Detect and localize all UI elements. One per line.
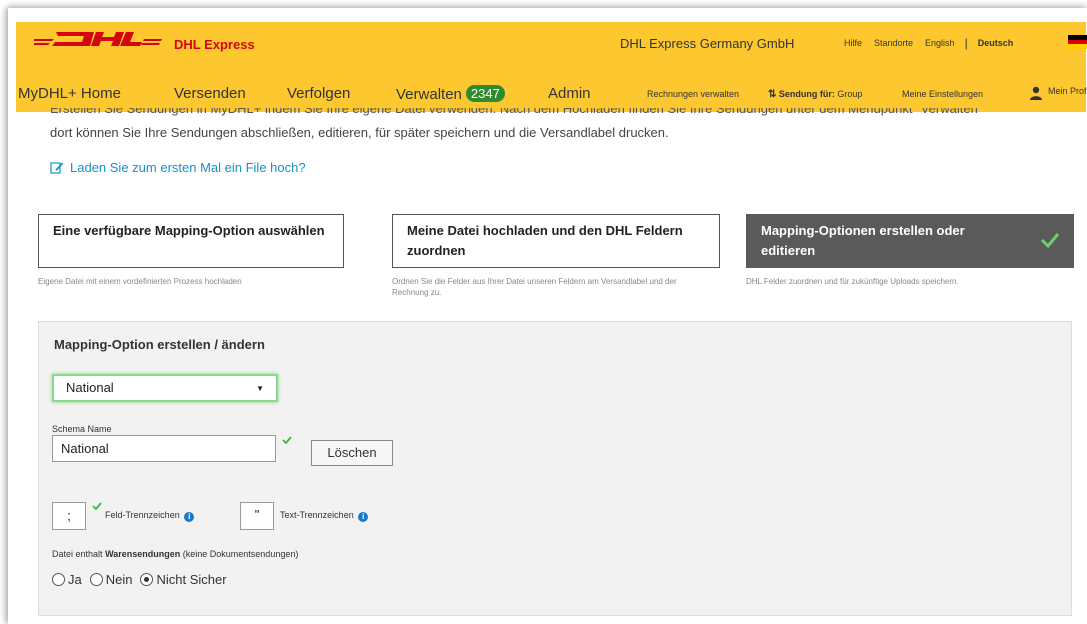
manage-count-badge: 2347 <box>465 85 505 102</box>
info-icon[interactable]: i <box>184 512 195 522</box>
radio-not-sure[interactable]: Nicht Sicher <box>140 572 227 587</box>
nav-manage[interactable]: Verwalten 2347 <box>396 85 505 103</box>
form-title: Mapping-Option erstellen / ändern <box>54 337 265 352</box>
top-links: Hilfe Standorte English | Deutsch <box>838 36 1020 50</box>
step-desc: Eigene Datei mit einem vordefinierten Pr… <box>38 277 242 286</box>
info-icon[interactable]: i <box>358 512 369 522</box>
radio-button[interactable] <box>89 573 103 586</box>
step-select-mapping[interactable]: Eine verfügbare Mapping-Option auswählen <box>38 214 344 268</box>
shipment-for-value: Group <box>837 89 863 99</box>
german-link[interactable]: Deutsch <box>972 38 1020 50</box>
step-create-mapping[interactable]: Mapping-Optionen erstellen oder editiere… <box>746 214 1074 268</box>
selected-option: National <box>66 380 114 395</box>
english-link[interactable]: English <box>919 38 961 50</box>
nav-invoices[interactable]: Rechnungen verwalten <box>647 89 739 99</box>
field-separator-input[interactable]: ; <box>52 502 86 530</box>
brand-name: DHL Express <box>174 37 255 52</box>
check-icon <box>1040 233 1060 248</box>
step-desc: DHL Felder zuordnen und für zukünftige U… <box>746 277 959 286</box>
schema-name-input[interactable]: National <box>52 435 276 462</box>
intro-text: dort können Sie Ihre Sendungen abschließ… <box>50 125 669 140</box>
german-flag-icon[interactable] <box>1068 35 1087 49</box>
nav-profile[interactable]: Mein Profil <box>1048 86 1087 96</box>
nav-shipment-for[interactable]: ⇅ Sendung für: Group <box>768 89 862 100</box>
dhl-logo[interactable] <box>34 29 162 49</box>
nav-home[interactable]: MyDHL+ Home <box>18 85 121 102</box>
goods-radio-group: Ja Nein Nicht Sicher <box>52 572 235 587</box>
first-upload-label: Laden Sie zum ersten Mal ein File hoch? <box>70 160 306 175</box>
nav-settings[interactable]: Meine Einstellungen <box>902 89 983 99</box>
radio-button-selected[interactable] <box>140 573 154 586</box>
shipment-for-label: Sendung für: <box>778 89 835 99</box>
check-icon <box>92 502 102 510</box>
radio-yes[interactable]: Ja <box>52 572 82 587</box>
top-header: DHL Express DHL Express Germany GmbH Hil… <box>16 22 1087 67</box>
check-icon <box>282 436 292 444</box>
sort-icon: ⇅ <box>768 89 777 100</box>
step-title: Mapping-Optionen erstellen oder editiere… <box>761 223 965 258</box>
divider: | <box>964 36 968 50</box>
help-link[interactable]: Hilfe <box>838 38 868 50</box>
mapping-option-select[interactable]: National ▼ <box>52 374 278 402</box>
step-title: Eine verfügbare Mapping-Option auswählen <box>53 223 325 238</box>
intro-text-cut: Erstellen Sie Sendungen in MyDHL+ indem … <box>50 108 983 116</box>
step-desc: Ordnen Sie die Felder aus Ihrer Datei un… <box>392 277 677 297</box>
main-nav: MyDHL+ Home Versenden Verfolgen Verwalte… <box>16 66 1087 112</box>
text-separator-label: Text-Trennzeichen i <box>280 510 369 522</box>
schema-name-label: Schema Name <box>52 424 112 434</box>
step-upload-assign[interactable]: Meine Datei hochladen und den DHL Felder… <box>392 214 720 268</box>
locations-link[interactable]: Standorte <box>868 38 919 50</box>
first-upload-link[interactable]: Laden Sie zum ersten Mal ein File hoch? <box>50 160 306 175</box>
nav-send[interactable]: Versenden <box>174 85 246 102</box>
edit-icon <box>50 162 64 174</box>
field-separator-label: Feld-Trennzeichen i <box>105 510 195 522</box>
nav-track[interactable]: Verfolgen <box>287 85 350 102</box>
user-icon[interactable] <box>1029 86 1043 100</box>
nav-admin[interactable]: Admin <box>548 85 591 102</box>
company-name: DHL Express Germany GmbH <box>620 36 795 51</box>
goods-question: Datei enthalt Warensendungen (keine Doku… <box>52 549 299 559</box>
radio-button[interactable] <box>52 573 65 586</box>
nav-manage-label: Verwalten <box>396 86 462 103</box>
radio-no[interactable]: Nein <box>89 572 132 587</box>
caret-down-icon: ▼ <box>256 384 264 393</box>
text-separator-input[interactable]: " <box>240 502 274 530</box>
delete-button[interactable]: Löschen <box>311 440 393 466</box>
step-title: Meine Datei hochladen und den DHL Felder… <box>407 223 683 258</box>
